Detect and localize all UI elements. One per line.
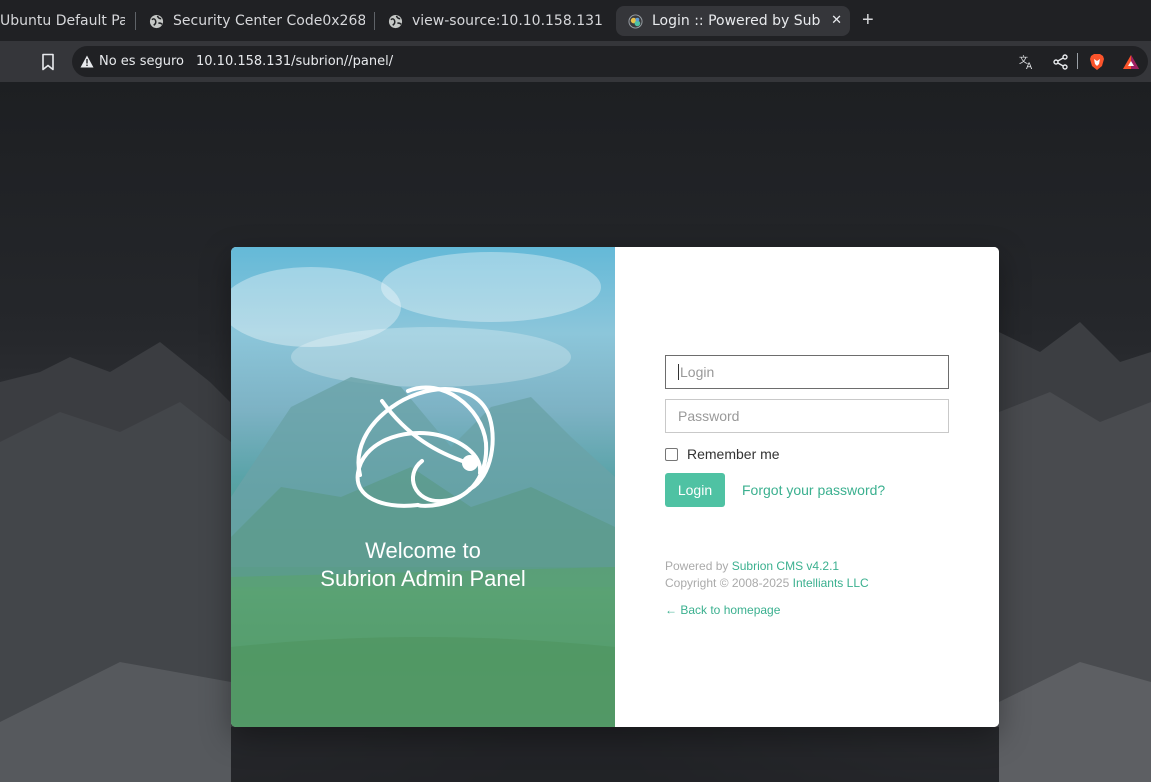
globe-icon <box>388 14 403 28</box>
copyright-line: Copyright © 2008-2025 Intelliants LLC <box>665 575 869 592</box>
welcome-line-2: Subrion Admin Panel <box>320 566 526 591</box>
svg-text:A: A <box>1026 62 1033 71</box>
tab-separator <box>374 12 375 30</box>
url-text[interactable]: 10.10.158.131/subrion//panel/ <box>196 54 393 69</box>
toolbar-divider <box>1077 53 1078 69</box>
welcome-heading: Welcome to Subrion Admin Panel <box>231 537 615 593</box>
forgot-password-link[interactable]: Forgot your password? <box>742 482 885 498</box>
powered-by-line: Powered by Subrion CMS v4.2.1 <box>665 558 869 575</box>
password-input[interactable]: Password <box>665 399 949 433</box>
text-caret <box>678 364 679 380</box>
tab-title: Security Center Code0x268d <box>173 13 365 29</box>
intelliants-link[interactable]: Intelliants LLC <box>793 576 869 590</box>
subrion-logo <box>355 385 495 508</box>
security-status-label[interactable]: No es seguro <box>99 54 184 69</box>
password-placeholder: Password <box>678 408 740 424</box>
login-form: Login Password Remember me Login Forgot … <box>615 247 999 727</box>
page-background: Welcome to Subrion Admin Panel Login Pas… <box>0 82 1151 782</box>
brave-shield-icon[interactable] <box>1088 53 1106 71</box>
new-tab-button[interactable]: + <box>862 10 874 30</box>
subrion-favicon-icon <box>628 13 643 29</box>
login-button[interactable]: Login <box>665 473 725 507</box>
remember-me-checkbox[interactable] <box>665 447 678 461</box>
share-icon[interactable] <box>1052 53 1070 71</box>
login-card: Welcome to Subrion Admin Panel Login Pas… <box>231 247 999 727</box>
address-bar[interactable]: No es seguro 10.10.158.131/subrion//pane… <box>72 46 1148 77</box>
brave-rewards-icon[interactable] <box>1122 53 1140 71</box>
tab-title: Ubuntu Default Pag <box>0 13 125 29</box>
remember-me-label[interactable]: Remember me <box>687 446 780 462</box>
warning-icon[interactable] <box>80 55 94 68</box>
tab-security-center[interactable]: Security Center Code0x268d <box>149 6 365 36</box>
translate-icon[interactable]: 文 A <box>1018 53 1036 71</box>
tab-title: view-source:10.10.158.131/te <box>412 13 602 29</box>
powered-by-text: Powered by <box>665 559 729 573</box>
login-placeholder: Login <box>680 364 715 380</box>
remember-me-row[interactable]: Remember me <box>665 446 780 462</box>
subrion-cms-link[interactable]: Subrion CMS v4.2.1 <box>732 559 839 573</box>
browser-tab-bar: Ubuntu Default Pag Security Center Code0… <box>0 0 1151 41</box>
tab-subrion-login[interactable]: Login :: Powered by Subri ✕ <box>616 6 850 36</box>
tab-separator <box>135 12 136 30</box>
tab-view-source[interactable]: view-source:10.10.158.131/te <box>388 6 602 36</box>
back-to-homepage-link[interactable]: ← Back to homepage <box>665 603 780 617</box>
close-tab-icon[interactable]: ✕ <box>831 13 842 28</box>
bookmark-icon[interactable] <box>40 53 56 71</box>
globe-icon <box>149 14 164 28</box>
copyright-text: Copyright © 2008-2025 <box>665 576 790 590</box>
browser-toolbar: No es seguro 10.10.158.131/subrion//pane… <box>0 41 1151 82</box>
login-input[interactable]: Login <box>665 355 949 389</box>
welcome-line-1: Welcome to <box>365 538 481 563</box>
welcome-panel: Welcome to Subrion Admin Panel <box>231 247 615 727</box>
tab-title: Login :: Powered by Subri <box>652 13 820 29</box>
panel-footer: Powered by Subrion CMS v4.2.1 Copyright … <box>665 558 869 592</box>
tab-ubuntu-default[interactable]: Ubuntu Default Pag <box>0 6 125 36</box>
